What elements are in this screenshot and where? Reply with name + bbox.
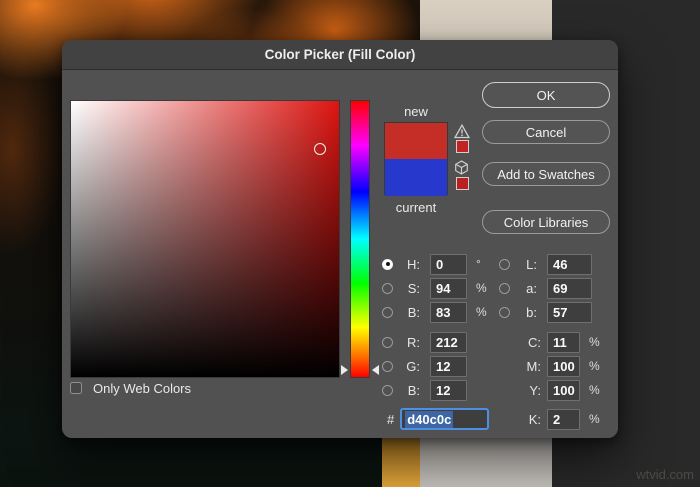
web-safe-cube-icon[interactable] <box>454 160 469 175</box>
new-swatch <box>385 123 447 159</box>
yellow-input[interactable]: 100 <box>547 379 580 401</box>
brightness-label: B: <box>407 304 420 320</box>
black-label: K: <box>528 411 541 427</box>
field-row-blue: B: 12 <box>382 379 467 401</box>
saturation-label: S: <box>407 280 420 296</box>
only-web-colors-checkbox[interactable] <box>70 382 82 394</box>
yellow-label: Y: <box>529 382 541 398</box>
green-radio[interactable] <box>382 360 393 372</box>
field-row-lab-l: L: 46 <box>499 253 592 275</box>
black-unit: % <box>589 412 600 426</box>
cyan-unit: % <box>589 335 600 349</box>
brightness-unit: % <box>476 305 487 319</box>
lab-l-label: L: <box>526 256 537 272</box>
hue-input[interactable]: 0 <box>430 253 467 275</box>
hex-prefix: # <box>387 411 395 427</box>
new-swatch-label: new <box>404 104 428 119</box>
hue-unit: ° <box>476 257 481 271</box>
color-field-marker[interactable] <box>314 143 326 155</box>
dialog-title: Color Picker (Fill Color) <box>264 47 416 62</box>
cancel-button[interactable]: Cancel <box>482 120 610 144</box>
hex-input[interactable]: d40c0c <box>400 408 490 430</box>
hue-label: H: <box>407 256 420 272</box>
green-label: G: <box>406 358 420 374</box>
dialog-titlebar[interactable]: Color Picker (Fill Color) <box>62 40 618 70</box>
color-picker-dialog: Color Picker (Fill Color) new current OK… <box>62 40 618 438</box>
cyan-label: C: <box>528 334 541 350</box>
current-swatch-label: current <box>395 200 437 215</box>
red-radio[interactable] <box>382 336 393 348</box>
blue-radio[interactable] <box>382 384 393 396</box>
color-libraries-button[interactable]: Color Libraries <box>482 210 610 234</box>
field-row-hue: H: 0 ° <box>382 253 481 275</box>
lab-a-radio[interactable] <box>499 282 510 294</box>
blue-label: B: <box>407 382 420 398</box>
swatch-stack <box>384 122 448 196</box>
only-web-colors-label: Only Web Colors <box>93 380 192 396</box>
lab-b-input[interactable]: 57 <box>547 301 592 323</box>
brightness-radio[interactable] <box>382 306 393 318</box>
hue-slider-arrow-right-icon[interactable] <box>372 365 379 375</box>
field-row-saturation: S: 94 % <box>382 277 487 299</box>
field-row-yellow: Y: 100 % <box>499 379 600 401</box>
field-row-magenta: M: 100 % <box>499 355 600 377</box>
red-label: R: <box>407 334 420 350</box>
field-row-red: R: 212 <box>382 331 467 353</box>
yellow-unit: % <box>589 383 600 397</box>
magenta-input[interactable]: 100 <box>547 355 580 377</box>
add-to-swatches-button[interactable]: Add to Swatches <box>482 162 610 186</box>
saturation-input[interactable]: 94 <box>430 277 467 299</box>
saturation-unit: % <box>476 281 487 295</box>
web-safe-swatch[interactable] <box>456 177 469 190</box>
lab-l-input[interactable]: 46 <box>547 253 592 275</box>
gamut-warning-swatch[interactable] <box>456 140 469 153</box>
blue-input[interactable]: 12 <box>430 379 467 401</box>
brightness-input[interactable]: 83 <box>430 301 467 323</box>
field-row-cyan: C: 11 % <box>499 331 600 353</box>
field-row-brightness: B: 83 % <box>382 301 487 323</box>
green-input[interactable]: 12 <box>430 355 467 377</box>
saturation-radio[interactable] <box>382 282 393 294</box>
current-swatch[interactable] <box>385 159 447 196</box>
lab-b-label: b: <box>526 304 537 320</box>
lab-a-input[interactable]: 69 <box>547 277 592 299</box>
ok-button[interactable]: OK <box>482 82 610 108</box>
hue-slider-arrow-left-icon[interactable] <box>341 365 348 375</box>
watermark: wtvid.com <box>636 467 694 482</box>
field-row-black: K: 2 % <box>499 408 600 430</box>
field-row-lab-b: b: 57 <box>499 301 592 323</box>
hex-selected-text: d40c0c <box>405 410 454 428</box>
magenta-unit: % <box>589 359 600 373</box>
hue-radio[interactable] <box>382 258 393 270</box>
lab-l-radio[interactable] <box>499 258 510 270</box>
field-row-lab-a: a: 69 <box>499 277 592 299</box>
lab-a-label: a: <box>526 280 537 296</box>
red-input[interactable]: 212 <box>430 331 467 353</box>
only-web-colors-row: Only Web Colors <box>70 378 191 398</box>
cyan-input[interactable]: 11 <box>547 331 580 353</box>
field-row-hex: # d40c0c <box>387 407 490 431</box>
gamut-warning-icon[interactable] <box>454 124 470 139</box>
magenta-label: M: <box>526 358 541 374</box>
hue-slider[interactable] <box>350 100 370 378</box>
color-field[interactable] <box>70 100 340 378</box>
lab-b-radio[interactable] <box>499 306 510 318</box>
black-input[interactable]: 2 <box>547 408 580 430</box>
field-row-green: G: 12 <box>382 355 467 377</box>
